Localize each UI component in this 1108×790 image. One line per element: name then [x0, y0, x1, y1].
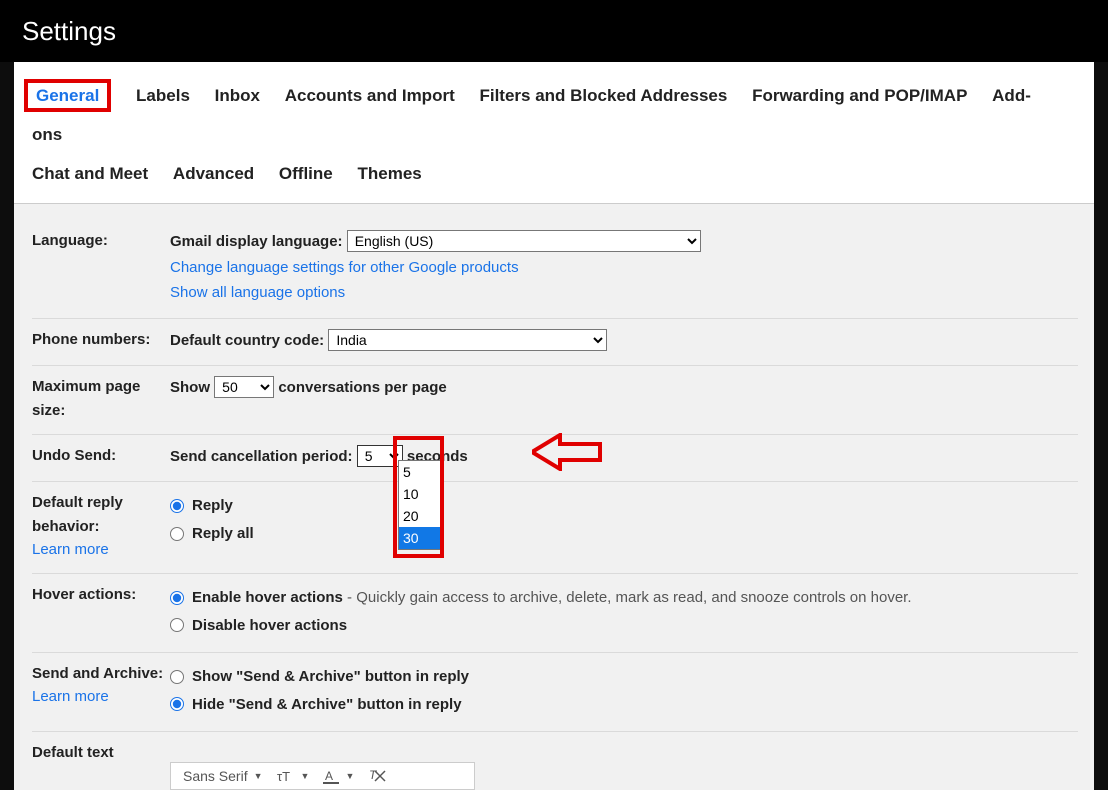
reply-radio-reply[interactable] — [170, 499, 184, 513]
change-language-link[interactable]: Change language settings for other Googl… — [170, 259, 519, 276]
language-label: Language: — [32, 229, 170, 252]
hover-radio-enable[interactable] — [170, 591, 184, 605]
pagesize-prefix: Show — [170, 379, 210, 396]
hover-radio-disable[interactable] — [170, 618, 184, 632]
undo-period-dropdown[interactable]: 5 10 20 30 — [398, 460, 444, 550]
tab-forwarding-pop-imap[interactable]: Forwarding and POP/IMAP — [752, 86, 967, 105]
display-language-label: Gmail display language: — [170, 233, 343, 250]
undo-option-20[interactable]: 20 — [399, 505, 443, 527]
show-all-language-link[interactable]: Show all language options — [170, 284, 345, 301]
tab-inbox[interactable]: Inbox — [215, 86, 260, 105]
reply-learn-more-link[interactable]: Learn more — [32, 541, 109, 558]
tab-themes[interactable]: Themes — [357, 164, 421, 183]
pagesize-select[interactable]: 50 — [214, 376, 274, 398]
sendarchive-radio-hide[interactable] — [170, 697, 184, 711]
defaulttext-label: Default text — [32, 741, 170, 764]
font-color-dropdown[interactable]: A ▼ — [323, 768, 354, 784]
hover-enable-desc: - Quickly gain access to archive, delete… — [343, 589, 912, 606]
chevron-down-icon: ▼ — [254, 771, 263, 781]
row-language: Language: Gmail display language: Englis… — [32, 220, 1078, 319]
row-pagesize: Maximum page size: Show 50 conversations… — [32, 366, 1078, 435]
tab-labels[interactable]: Labels — [136, 86, 190, 105]
row-hover-actions: Hover actions: Enable hover actions - Qu… — [32, 574, 1078, 653]
row-undo-send: Undo Send: Send cancellation period: 5 s… — [32, 435, 1078, 483]
tab-offline[interactable]: Offline — [279, 164, 333, 183]
reply-option-reply: Reply — [192, 493, 233, 519]
cancellation-period-label: Send cancellation period: — [170, 448, 353, 465]
sendarchive-radio-show[interactable] — [170, 670, 184, 684]
header: Settings — [0, 0, 1108, 62]
pagesize-label: Maximum page size: — [32, 375, 170, 422]
clear-formatting-icon: T — [368, 767, 386, 783]
sendarchive-label: Send and Archive: Learn more — [32, 662, 170, 709]
language-select[interactable]: English (US) — [347, 230, 701, 252]
font-family-dropdown[interactable]: Sans Serif ▼ — [183, 768, 263, 784]
sendarchive-hide-label: Hide "Send & Archive" button in reply — [192, 692, 462, 718]
sendarchive-show-label: Show "Send & Archive" button in reply — [192, 664, 469, 690]
clear-formatting-button[interactable]: T — [368, 767, 386, 786]
undo-option-30[interactable]: 30 — [399, 527, 443, 549]
undo-option-10[interactable]: 10 — [399, 483, 443, 505]
tab-accounts-import[interactable]: Accounts and Import — [285, 86, 455, 105]
tab-advanced[interactable]: Advanced — [173, 164, 254, 183]
tab-chat-meet[interactable]: Chat and Meet — [32, 164, 148, 183]
chevron-down-icon: ▼ — [345, 771, 354, 781]
undo-period-select[interactable]: 5 — [357, 445, 403, 467]
hover-label: Hover actions: — [32, 583, 170, 606]
phone-label: Phone numbers: — [32, 328, 170, 351]
hover-disable-label: Disable hover actions — [192, 613, 347, 639]
row-send-archive: Send and Archive: Learn more Show "Send … — [32, 653, 1078, 732]
font-toolbar[interactable]: Sans Serif ▼ τT ▼ A ▼ T — [170, 762, 475, 790]
reply-radio-replyall[interactable] — [170, 527, 184, 541]
row-phone: Phone numbers: Default country code: Ind… — [32, 319, 1078, 367]
sendarchive-learn-more-link[interactable]: Learn more — [32, 688, 109, 705]
settings-panel: General Labels Inbox Accounts and Import… — [14, 62, 1094, 753]
hover-enable-bold: Enable hover actions — [192, 589, 343, 606]
country-code-label: Default country code: — [170, 332, 324, 349]
country-code-select[interactable]: India — [328, 329, 607, 351]
pagesize-suffix: conversations per page — [278, 379, 446, 396]
text-color-icon: A — [323, 768, 339, 784]
tab-general[interactable]: General — [24, 79, 111, 112]
chevron-down-icon: ▼ — [301, 771, 310, 781]
page-title: Settings — [22, 16, 116, 47]
undo-send-label: Undo Send: — [32, 444, 170, 467]
tab-filters-blocked[interactable]: Filters and Blocked Addresses — [479, 86, 727, 105]
reply-option-replyall: Reply all — [192, 521, 254, 547]
reply-label: Default reply behavior: Learn more — [32, 491, 170, 561]
font-size-dropdown[interactable]: τT ▼ — [277, 768, 310, 784]
svg-text:τT: τT — [277, 769, 290, 784]
svg-text:A: A — [325, 769, 333, 783]
undo-option-5[interactable]: 5 — [399, 461, 443, 483]
text-size-icon: τT — [277, 768, 295, 784]
tabs-bar: General Labels Inbox Accounts and Import… — [14, 62, 1094, 204]
settings-content: Language: Gmail display language: Englis… — [14, 204, 1094, 790]
row-default-reply: Default reply behavior: Learn more Reply… — [32, 482, 1078, 574]
